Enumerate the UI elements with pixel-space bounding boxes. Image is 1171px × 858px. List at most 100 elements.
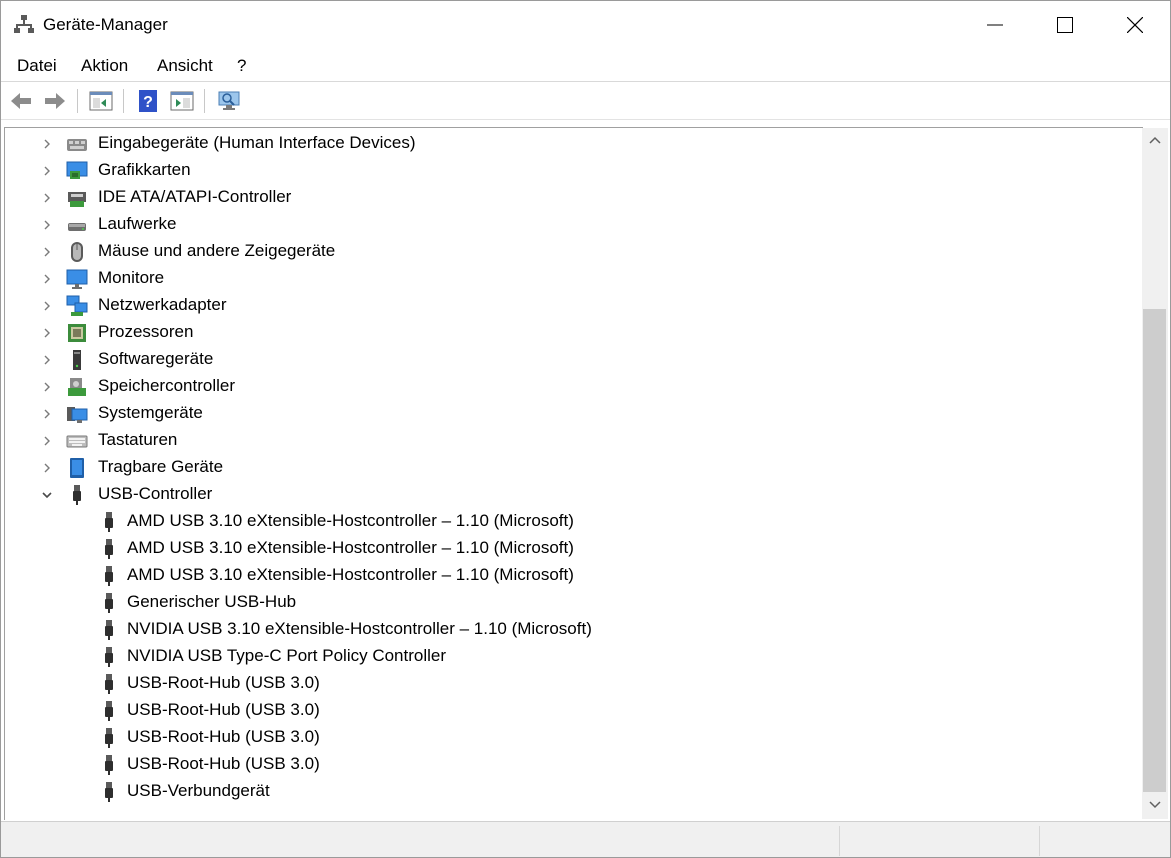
toolbar-separator — [77, 89, 78, 113]
back-button[interactable] — [7, 87, 35, 115]
tree-category-item[interactable]: USB-Controller — [5, 481, 1141, 508]
scroll-down-arrow-icon[interactable] — [1149, 801, 1161, 809]
tree-category-item[interactable]: Speichercontroller — [5, 373, 1141, 400]
chevron-down-icon[interactable] — [41, 489, 53, 501]
chevron-right-icon[interactable] — [41, 354, 53, 366]
chevron-right-icon[interactable] — [41, 408, 53, 420]
toolbar: ? — [1, 83, 1170, 119]
usb-plug-icon — [105, 728, 113, 748]
category-label: Tragbare Geräte — [98, 457, 224, 476]
chevron-right-icon[interactable] — [41, 381, 53, 393]
mouse-icon — [71, 242, 83, 262]
tree-category-item[interactable]: Mäuse und andere Zeigegeräte — [5, 238, 1141, 265]
status-separator — [839, 826, 840, 856]
scrollbar-thumb[interactable] — [1143, 309, 1166, 792]
category-label: Prozessoren — [98, 322, 194, 341]
category-label: Mäuse und andere Zeigegeräte — [98, 241, 336, 260]
device-label: AMD USB 3.10 eXtensible-Hostcontroller –… — [127, 538, 574, 557]
scan-hardware-button[interactable] — [215, 87, 243, 115]
back-arrow-icon — [11, 93, 31, 109]
storage-controller-icon — [68, 378, 86, 396]
tree-category-item[interactable]: IDE ATA/ATAPI-Controller — [5, 184, 1141, 211]
device-label: NVIDIA USB Type-C Port Policy Controller — [127, 646, 447, 665]
tree-device-item[interactable]: USB-Root-Hub (USB 3.0) — [5, 724, 1141, 751]
chevron-right-icon[interactable] — [41, 192, 53, 204]
tree-device-item[interactable]: AMD USB 3.10 eXtensible-Hostcontroller –… — [5, 562, 1141, 589]
tree-device-item[interactable]: AMD USB 3.10 eXtensible-Hostcontroller –… — [5, 508, 1141, 535]
menu-ansicht[interactable]: Ansicht — [157, 56, 213, 76]
chevron-right-icon[interactable] — [41, 462, 53, 474]
show-hide-console-tree-button[interactable] — [87, 87, 115, 115]
toolbar-separator — [123, 89, 124, 113]
menu-help[interactable]: ? — [237, 56, 246, 76]
tree-device-item[interactable]: AMD USB 3.10 eXtensible-Hostcontroller –… — [5, 535, 1141, 562]
category-label: IDE ATA/ATAPI-Controller — [98, 187, 292, 206]
chevron-right-icon[interactable] — [41, 138, 53, 150]
category-label: Grafikkarten — [98, 160, 191, 179]
title-bar[interactable]: Geräte-Manager — [1, 1, 1170, 49]
status-bar — [1, 821, 1170, 857]
category-label: Laufwerke — [98, 214, 177, 233]
tree-device-item[interactable]: USB-Root-Hub (USB 3.0) — [5, 697, 1141, 724]
vertical-scrollbar[interactable] — [1142, 128, 1168, 819]
tree-category-item[interactable]: Grafikkarten — [5, 157, 1141, 184]
maximize-button[interactable] — [1030, 1, 1100, 49]
tree-device-item[interactable]: USB-Verbundgerät — [5, 778, 1141, 805]
chevron-right-icon[interactable] — [41, 327, 53, 339]
monitor-icon — [66, 269, 88, 289]
device-label: NVIDIA USB 3.10 eXtensible-Hostcontrolle… — [127, 619, 592, 638]
network-adapter-icon — [66, 295, 88, 316]
usb-plug-icon — [105, 539, 113, 559]
usb-plug-icon — [73, 485, 81, 505]
tree-category-item[interactable]: Eingabegeräte (Human Interface Devices) — [5, 130, 1141, 157]
tree-device-item[interactable]: NVIDIA USB 3.10 eXtensible-Hostcontrolle… — [5, 616, 1141, 643]
usb-plug-icon — [105, 593, 113, 613]
chevron-right-icon[interactable] — [41, 435, 53, 447]
tree-device-item[interactable]: NVIDIA USB Type-C Port Policy Controller — [5, 643, 1141, 670]
system-device-icon — [67, 407, 88, 423]
tree-category-item[interactable]: Softwaregeräte — [5, 346, 1141, 373]
tree-category-item[interactable]: Systemgeräte — [5, 400, 1141, 427]
tree-category-item[interactable]: Tragbare Geräte — [5, 454, 1141, 481]
category-label: Eingabegeräte (Human Interface Devices) — [98, 133, 416, 152]
usb-plug-icon — [105, 782, 113, 802]
device-label: USB-Root-Hub (USB 3.0) — [127, 727, 320, 746]
usb-plug-icon — [105, 512, 113, 532]
device-label: USB-Root-Hub (USB 3.0) — [127, 754, 320, 773]
device-label: AMD USB 3.10 eXtensible-Hostcontroller –… — [127, 565, 574, 584]
tree-category-item[interactable]: Tastaturen — [5, 427, 1141, 454]
close-button[interactable] — [1100, 1, 1170, 49]
chevron-right-icon[interactable] — [41, 165, 53, 177]
disk-drive-icon — [68, 223, 86, 231]
display-adapter-icon — [66, 161, 88, 179]
chevron-right-icon[interactable] — [41, 300, 53, 312]
category-label: Tastaturen — [98, 430, 178, 449]
forward-button[interactable] — [41, 87, 69, 115]
toolbar-separator — [204, 89, 205, 113]
console-view-button[interactable] — [168, 87, 196, 115]
chevron-right-icon[interactable] — [41, 246, 53, 258]
tree-device-item[interactable]: USB-Root-Hub (USB 3.0) — [5, 751, 1141, 778]
device-label: AMD USB 3.10 eXtensible-Hostcontroller –… — [127, 511, 574, 530]
chevron-right-icon[interactable] — [41, 219, 53, 231]
hid-icon — [67, 139, 87, 151]
tree-category-item[interactable]: Prozessoren — [5, 319, 1141, 346]
tree-category-item[interactable]: Monitore — [5, 265, 1141, 292]
usb-plug-icon — [105, 701, 113, 721]
tree-category-item[interactable]: Netzwerkadapter — [5, 292, 1141, 319]
device-tree[interactable]: Eingabegeräte (Human Interface Devices) G… — [4, 127, 1143, 820]
menu-datei[interactable]: Datei — [17, 56, 57, 76]
maximize-icon — [1057, 17, 1073, 33]
menu-aktion[interactable]: Aktion — [81, 56, 128, 76]
chevron-right-icon[interactable] — [41, 273, 53, 285]
ide-controller-icon — [68, 192, 86, 207]
usb-plug-icon — [105, 620, 113, 640]
minimize-button[interactable] — [960, 1, 1030, 49]
help-icon: ? — [139, 90, 157, 112]
help-button[interactable]: ? — [134, 87, 162, 115]
tree-device-item[interactable]: Generischer USB-Hub — [5, 589, 1141, 616]
tree-category-item[interactable]: Laufwerke — [5, 211, 1141, 238]
tree-device-item[interactable]: USB-Root-Hub (USB 3.0) — [5, 670, 1141, 697]
properties-icon — [89, 91, 113, 111]
scroll-up-arrow-icon[interactable] — [1149, 136, 1161, 144]
